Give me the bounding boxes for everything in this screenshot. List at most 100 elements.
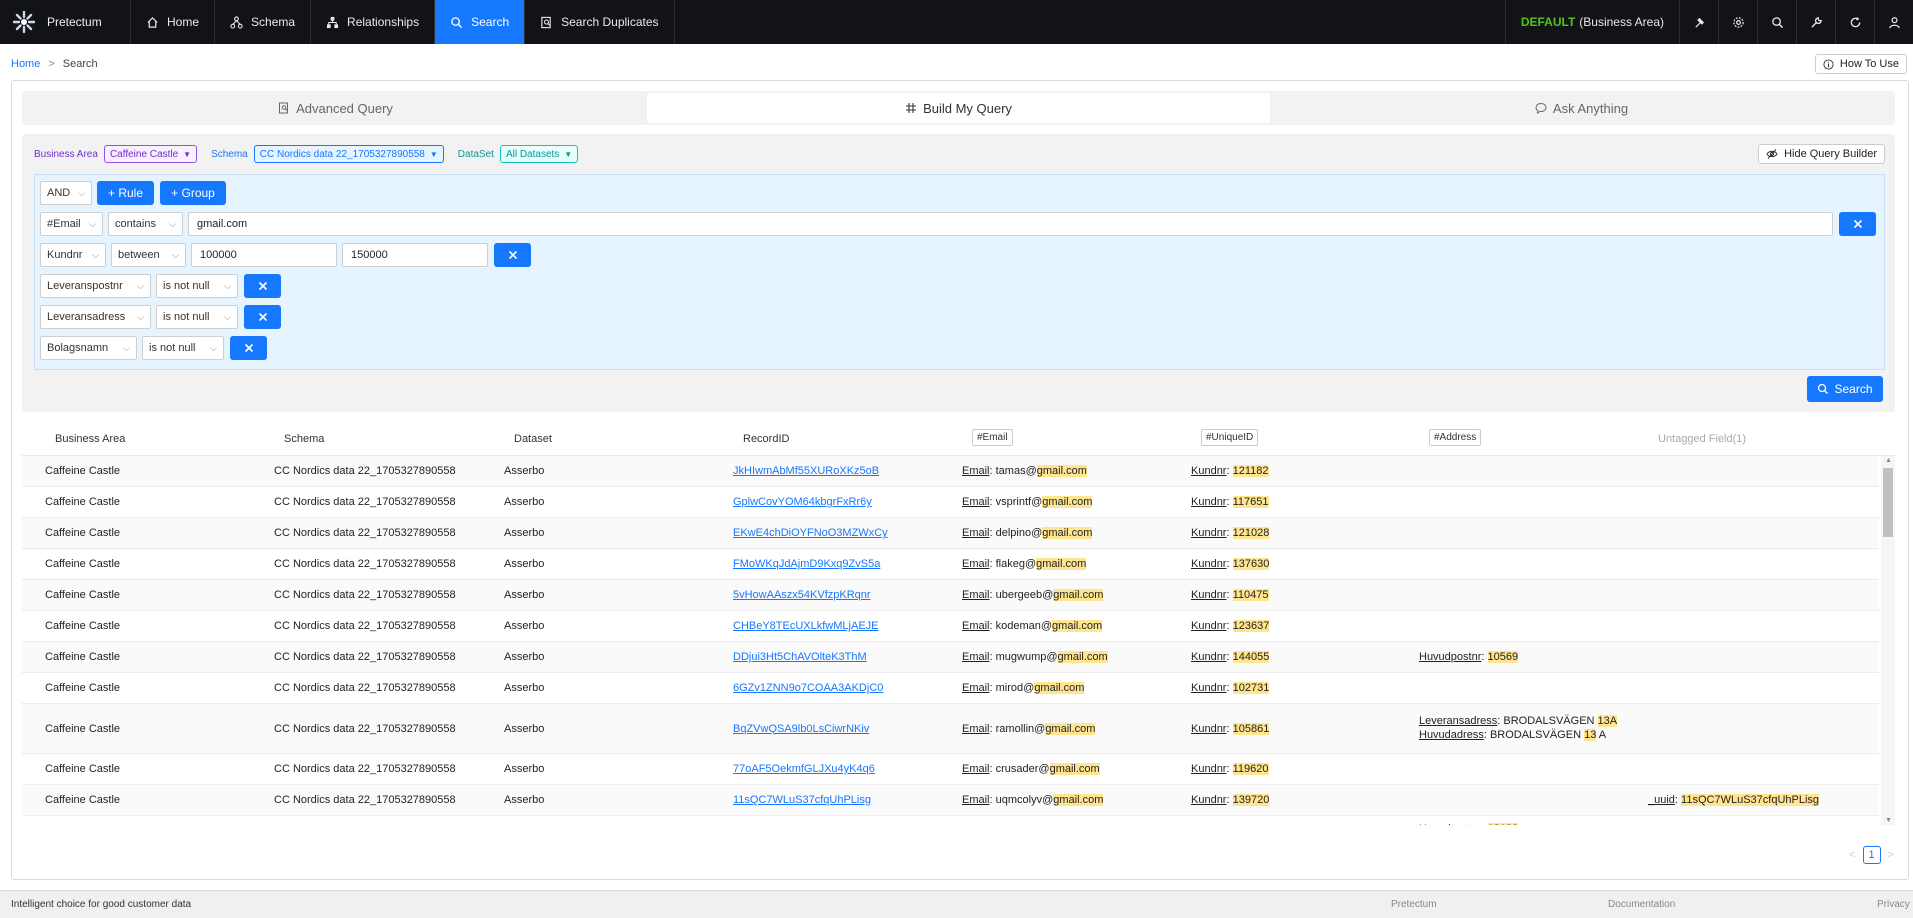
email-key[interactable]: Email (962, 794, 990, 806)
table-row[interactable]: Caffeine Castle CC Nordics data 22_170532… (22, 754, 1879, 785)
column-header-address-tag[interactable]: #Address (1429, 429, 1482, 446)
breadcrumb-home[interactable]: Home (11, 58, 40, 70)
rule-field-select[interactable]: #Email ⌵ (40, 212, 103, 236)
table-row[interactable]: Caffeine Castle CC Nordics data 22_170532… (22, 611, 1879, 642)
cell-record-id[interactable]: EKwE4chDiOYFNoO3MZWxCy (733, 527, 888, 539)
schema-select[interactable]: CC Nordics data 22_1705327890558 ▼ (253, 145, 444, 163)
rule-field-select[interactable]: Leveransadress ⌵ (40, 305, 151, 329)
cell-record-id[interactable]: 6GZv1ZNN9o7COAA3AKDjC0 (733, 682, 883, 694)
rule-operator-select[interactable]: is not null ⌵ (142, 336, 224, 360)
add-rule-button[interactable]: + Rule (97, 181, 154, 205)
record-id-link[interactable]: 6GZv1ZNN9o7COAA3AKDjC0 (733, 682, 883, 694)
tab-ask-anything[interactable]: Ask Anything (1270, 93, 1893, 123)
email-key[interactable]: Email (962, 527, 990, 539)
search-button[interactable]: Search (1807, 376, 1883, 402)
footer-link-privacy[interactable]: Privacy (1877, 899, 1910, 910)
footer-link-documentation[interactable]: Documentation (1608, 899, 1675, 910)
column-header-dataset[interactable]: Dataset (514, 433, 552, 445)
kundnr-key[interactable]: Kundnr (1191, 763, 1226, 775)
remove-rule-button[interactable] (244, 305, 281, 329)
pagination-next[interactable]: > (1888, 849, 1894, 861)
rule-field-select[interactable]: Kundnr ⌵ (40, 243, 106, 267)
column-header-business-area[interactable]: Business Area (55, 433, 125, 445)
column-header-schema[interactable]: Schema (284, 433, 324, 445)
table-row[interactable]: Caffeine Castle CC Nordics data 22_170532… (22, 642, 1879, 673)
cell-record-id[interactable]: 11sQC7WLuS37cfqUhPLisg (733, 794, 871, 806)
address-key[interactable]: Huvudpostnr (1419, 651, 1481, 663)
user-menu-button[interactable] (1874, 0, 1913, 44)
record-id-link[interactable]: FMoWKqJdAjmD9Kxq9ZvS5a (733, 558, 880, 570)
address-key[interactable]: Huvudpostnr (1419, 823, 1481, 825)
rule-value-to-input[interactable]: 150000 (342, 243, 488, 267)
table-row[interactable]: Huvudpostnr: 13132 (22, 816, 1879, 825)
email-key[interactable]: Email (962, 763, 990, 775)
column-header-record-id[interactable]: RecordID (743, 433, 789, 445)
rule-field-select[interactable]: Bolagsnamn ⌵ (40, 336, 137, 360)
global-search-button[interactable] (1757, 0, 1796, 44)
admin-tools-button[interactable] (1796, 0, 1835, 44)
pagination-prev[interactable]: < (1849, 849, 1855, 861)
email-key[interactable]: Email (962, 496, 990, 508)
cell-record-id[interactable]: FMoWKqJdAjmD9Kxq9ZvS5a (733, 558, 880, 570)
rule-value-from-input[interactable]: 100000 (191, 243, 337, 267)
how-to-use-button[interactable]: How To Use (1814, 54, 1907, 74)
record-id-link[interactable]: 5vHowAAszx54KVfzpKRqnr (733, 589, 871, 601)
nav-search[interactable]: Search (435, 0, 526, 44)
scroll-up-arrow-icon[interactable]: ▲ (1885, 457, 1892, 464)
kundnr-key[interactable]: Kundnr (1191, 589, 1226, 601)
dataset-select[interactable]: All Datasets ▼ (499, 145, 579, 163)
brand[interactable]: Pretectum (0, 0, 131, 44)
kundnr-key[interactable]: Kundnr (1191, 496, 1226, 508)
rule-operator-select[interactable]: is not null ⌵ (156, 274, 238, 298)
footer-link-pretectum[interactable]: Pretectum (1391, 899, 1437, 910)
email-key[interactable]: Email (962, 465, 990, 477)
email-key[interactable]: Email (962, 682, 990, 694)
kundnr-key[interactable]: Kundnr (1191, 527, 1226, 539)
column-header-untagged-field[interactable]: Untagged Field(1) (1658, 433, 1746, 445)
cell-record-id[interactable]: 5vHowAAszx54KVfzpKRqnr (733, 589, 871, 601)
kundnr-key[interactable]: Kundnr (1191, 620, 1226, 632)
business-area-select[interactable]: Caffeine Castle ▼ (103, 145, 198, 163)
address-key[interactable]: Huvudadress (1419, 729, 1484, 741)
add-group-button[interactable]: + Group (160, 181, 226, 205)
nav-home[interactable]: Home (131, 0, 216, 44)
record-id-link[interactable]: GplwCovYOM64kbgrFxRr6y (733, 496, 872, 508)
remove-rule-button[interactable] (494, 243, 531, 267)
record-id-link[interactable]: 77oAF5OekmfGLJXu4yK4q6 (733, 763, 875, 775)
remove-rule-button[interactable] (230, 336, 267, 360)
rule-value-input[interactable]: gmail.com (188, 212, 1833, 236)
tab-advanced-query[interactable]: Advanced Query (24, 93, 647, 123)
tools-button[interactable] (1679, 0, 1718, 44)
table-row[interactable]: Caffeine Castle CC Nordics data 22_170532… (22, 673, 1879, 704)
hide-query-builder-button[interactable]: Hide Query Builder (1758, 144, 1885, 164)
business-area-indicator[interactable]: DEFAULT (Business Area) (1504, 0, 1679, 44)
table-row[interactable]: Caffeine Castle CC Nordics data 22_170532… (22, 580, 1879, 611)
record-id-link[interactable]: BqZVwQSA9lb0LsCiwrNKiv (733, 723, 869, 735)
combinator-select[interactable]: AND ⌵ (40, 181, 92, 205)
record-id-link[interactable]: EKwE4chDiOYFNoO3MZWxCy (733, 527, 888, 539)
tab-build-my-query[interactable]: Build My Query (647, 93, 1270, 123)
refresh-button[interactable] (1835, 0, 1874, 44)
nav-search-duplicates[interactable]: Search Duplicates (525, 0, 675, 44)
untagged-key[interactable]: _uuid (1648, 794, 1675, 806)
remove-rule-button[interactable] (244, 274, 281, 298)
address-key[interactable]: Leveransadress (1419, 715, 1497, 727)
scroll-down-arrow-icon[interactable]: ▼ (1885, 817, 1892, 824)
cell-record-id[interactable]: CHBeY8TEcUXLkfwMLjAEJE (733, 620, 879, 632)
scrollbar-thumb[interactable] (1883, 468, 1893, 537)
nav-relationships[interactable]: Relationships (311, 0, 436, 44)
kundnr-key[interactable]: Kundnr (1191, 682, 1226, 694)
rule-field-select[interactable]: Leveranspostnr ⌵ (40, 274, 151, 298)
table-row[interactable]: Caffeine Castle CC Nordics data 22_170532… (22, 487, 1879, 518)
rule-operator-select[interactable]: contains ⌵ (108, 212, 183, 236)
email-key[interactable]: Email (962, 723, 990, 735)
table-row[interactable]: Caffeine Castle CC Nordics data 22_170532… (22, 518, 1879, 549)
record-id-link[interactable]: 11sQC7WLuS37cfqUhPLisg (733, 794, 871, 806)
table-row[interactable]: Caffeine Castle CC Nordics data 22_170532… (22, 785, 1879, 816)
table-row[interactable]: Caffeine Castle CC Nordics data 22_170532… (22, 549, 1879, 580)
kundnr-key[interactable]: Kundnr (1191, 723, 1226, 735)
email-key[interactable]: Email (962, 558, 990, 570)
cell-record-id[interactable]: JkHIwmAbMf55XURoXKz5oB (733, 465, 879, 477)
column-header-email-tag[interactable]: #Email (972, 429, 1013, 446)
kundnr-key[interactable]: Kundnr (1191, 794, 1226, 806)
